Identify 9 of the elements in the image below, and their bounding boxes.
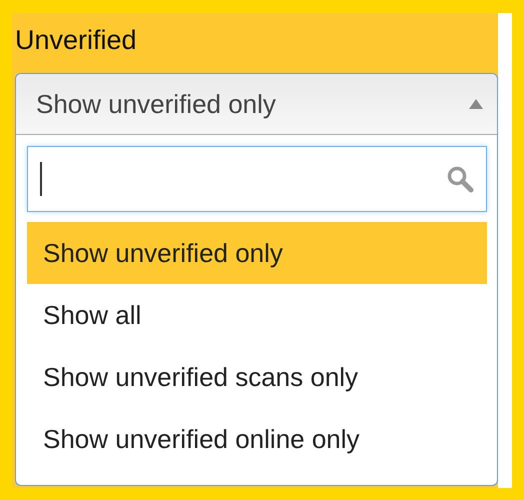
caret-icon (469, 99, 483, 109)
dropdown-option[interactable]: Show unverified only (27, 222, 487, 284)
select-dropdown[interactable]: Show unverified only (16, 74, 497, 135)
search-icon (446, 165, 474, 193)
dropdown-option[interactable]: Show unverified online only (27, 408, 487, 470)
field-label: Unverified (15, 24, 138, 57)
dropdown-option[interactable]: Show all (27, 284, 487, 346)
dropdown-option[interactable]: Show unverified scans only (27, 346, 487, 408)
search-field[interactable] (27, 146, 487, 212)
